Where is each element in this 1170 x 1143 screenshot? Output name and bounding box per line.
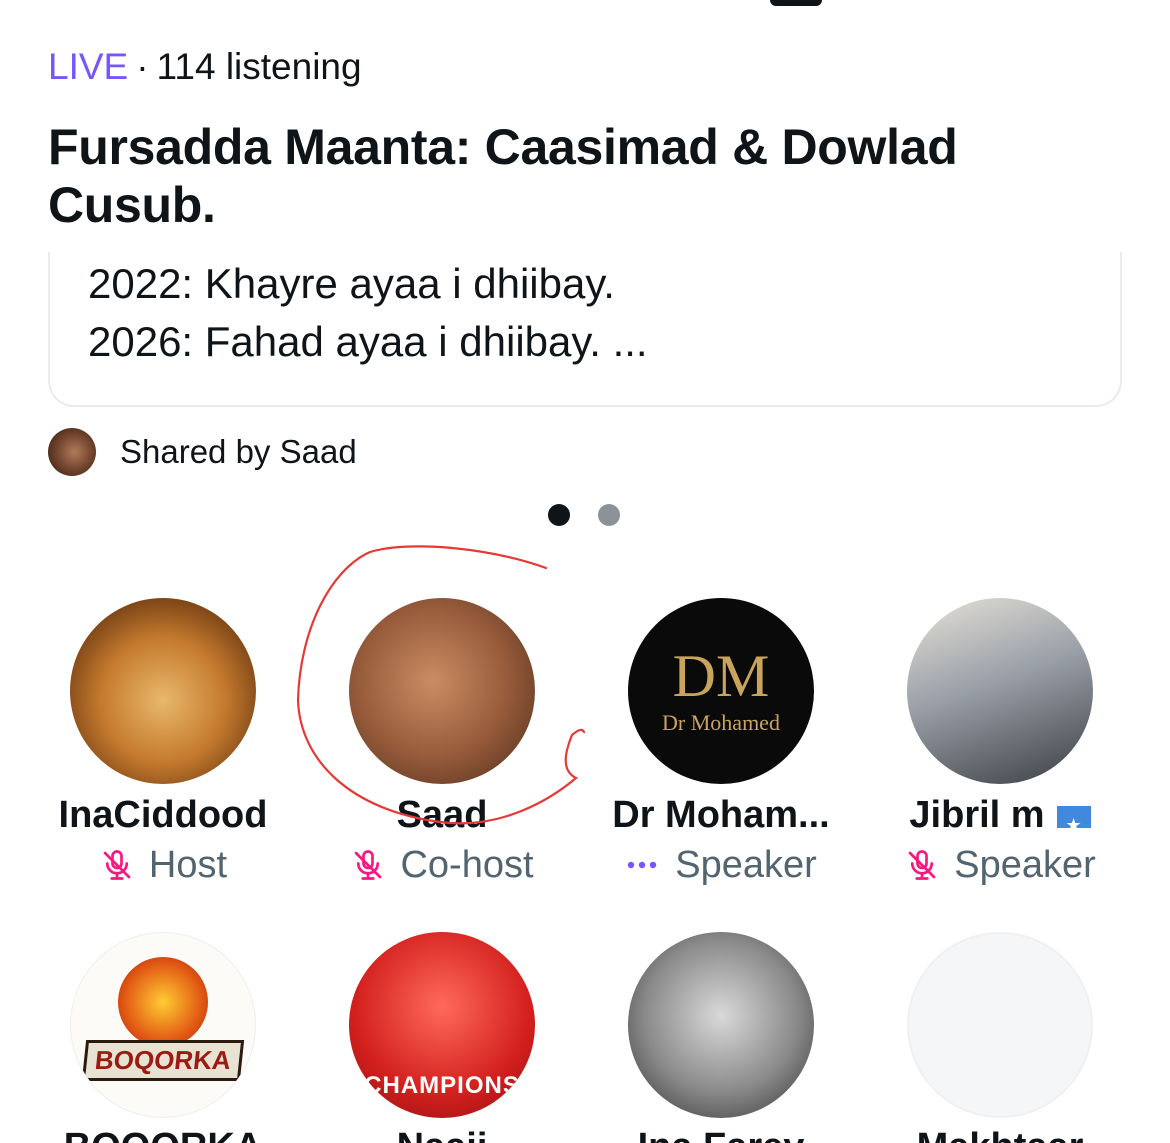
mic-muted-icon	[908, 850, 936, 880]
separator-dot: ·	[136, 46, 149, 87]
sheet-grab-handle[interactable]	[770, 0, 822, 6]
champions-overlay: CHAMPIONS	[364, 1072, 520, 1099]
role-label: Host	[148, 844, 228, 886]
participant-saad[interactable]: Saad Co-host	[302, 598, 582, 888]
participant-makhtaar[interactable]	[860, 932, 1140, 1118]
participant-name: InaCiddood	[58, 794, 268, 836]
avatar	[907, 598, 1093, 784]
page-dot-2[interactable]	[598, 504, 620, 526]
mic-muted-icon	[355, 850, 382, 880]
participant-jibril[interactable]: Jibril m Speaker	[860, 598, 1140, 888]
avatar: BOQORKA	[70, 932, 256, 1118]
page-dot-1[interactable]	[548, 504, 570, 526]
participant-name: Dr Moham...	[612, 794, 830, 836]
participant-boqorka[interactable]: BOQORKA	[23, 932, 303, 1118]
boqorka-logo: BOQORKA	[71, 933, 255, 1117]
participant-name: BOQORKA	[23, 1124, 303, 1143]
somalia-flag-icon	[1056, 802, 1091, 848]
avatar-placeholder	[907, 932, 1093, 1118]
participant-name: Naaji	[302, 1124, 582, 1143]
role-label: Co-host	[400, 844, 534, 886]
participant-naaji[interactable]: CHAMPIONS	[302, 932, 582, 1118]
avatar	[70, 598, 256, 784]
space-title: Fursadda Maanta: Caasimad & Dowlad Cusub…	[48, 119, 958, 233]
avatar	[628, 932, 814, 1118]
live-status: LIVE · 114 listening	[48, 44, 362, 90]
role-label: Speaker	[675, 844, 817, 886]
speaking-dots-icon	[628, 861, 657, 869]
avatar	[349, 598, 535, 784]
participant-inaciddood[interactable]: InaCiddood Host	[23, 598, 303, 888]
participant-role: Speaker	[860, 842, 1140, 888]
tweet-line-1: 2022: Khayre ayaa i dhiibay.	[88, 260, 615, 307]
page-indicator	[548, 504, 620, 526]
shared-by[interactable]: Shared by Saad	[48, 428, 357, 476]
shared-by-label: Shared by Saad	[120, 433, 357, 470]
avatar: DM Dr Mohamed	[628, 598, 814, 784]
participant-role: Host	[23, 842, 303, 888]
crown-icon	[118, 957, 208, 1047]
participant-role: Speaker	[581, 842, 861, 888]
dr-mohamed-logo: DM Dr Mohamed	[662, 643, 780, 735]
tweet-card[interactable]: 2022: Khayre ayaa i dhiibay. 2026: Fahad…	[48, 252, 1122, 407]
mic-muted-icon	[103, 850, 131, 880]
sharer-avatar	[48, 428, 96, 476]
participant-role: Co-host	[302, 842, 582, 888]
participant-name: Ina Farey	[581, 1124, 861, 1143]
participant-ina-farey[interactable]	[581, 932, 861, 1118]
avatar: CHAMPIONS	[349, 932, 535, 1118]
participant-name: Saad	[396, 794, 488, 836]
role-label: Speaker	[954, 844, 1096, 886]
participant-dr-mohamed[interactable]: DM Dr Mohamed Dr Moham... Speaker	[581, 598, 861, 888]
participant-name: Jibril m	[860, 792, 1140, 848]
listener-count: 114 listening	[156, 46, 362, 87]
participant-name: Makhtaar	[860, 1124, 1140, 1143]
live-label: LIVE	[48, 46, 129, 87]
tweet-line-2: 2026: Fahad ayaa i dhiibay. ...	[88, 318, 648, 365]
